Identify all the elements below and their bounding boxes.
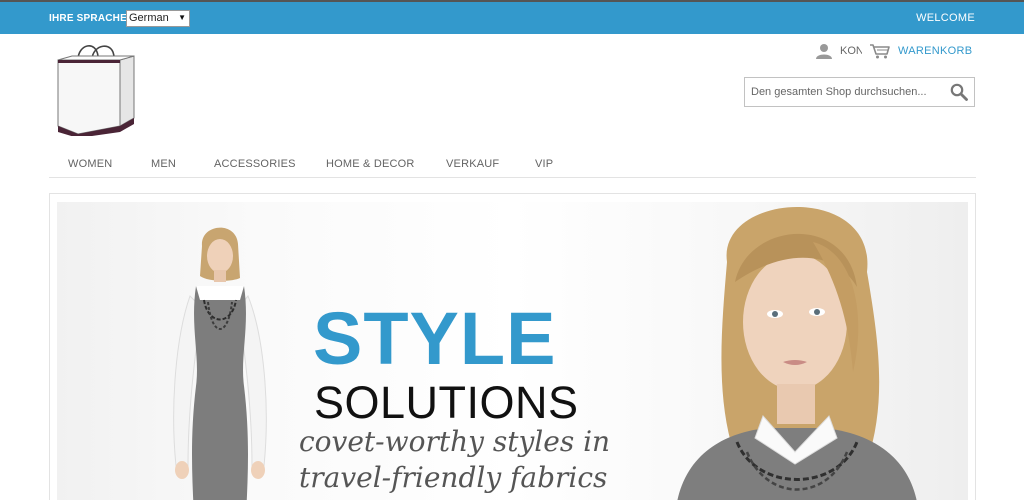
- nav-item-home-decor[interactable]: HOME & DECOR: [326, 158, 415, 170]
- account-link[interactable]: KONTO: [840, 45, 862, 57]
- model-image-left: [132, 216, 307, 500]
- hero-tagline-line2: travel-friendly fabrics: [299, 461, 608, 494]
- search-box: [744, 77, 975, 107]
- user-icon[interactable]: [815, 43, 833, 59]
- nav-item-vip[interactable]: VIP: [535, 158, 553, 170]
- hero-headline: STYLE: [313, 297, 557, 380]
- top-bar: IHRE SPRACHE: German ▼ WELCOME: [0, 0, 1024, 34]
- hero-banner-frame: STYLE SOLUTIONS covet-worthy styles in t…: [49, 193, 976, 500]
- cart-link[interactable]: WARENKORB: [898, 45, 972, 57]
- nav-item-men[interactable]: MEN: [151, 158, 176, 170]
- language-label: IHRE SPRACHE:: [49, 13, 131, 24]
- search-icon[interactable]: [950, 83, 968, 101]
- nav-item-verkauf[interactable]: VERKAUF: [446, 158, 499, 170]
- hero-banner[interactable]: STYLE SOLUTIONS covet-worthy styles in t…: [57, 202, 968, 500]
- welcome-message: WELCOME: [916, 12, 975, 24]
- hero-tagline-line1: covet-worthy styles in: [299, 425, 611, 458]
- hero-subheadline: SOLUTIONS: [314, 377, 579, 428]
- shopping-bag-logo[interactable]: [56, 42, 138, 138]
- main-navigation: WOMEN MEN ACCESSORIES HOME & DECOR VERKA…: [49, 150, 976, 178]
- nav-item-accessories[interactable]: ACCESSORIES: [214, 158, 296, 170]
- model-image-right: [617, 202, 968, 500]
- search-input[interactable]: [745, 78, 945, 106]
- language-selected-value: German: [129, 12, 169, 24]
- nav-item-women[interactable]: WOMEN: [68, 158, 112, 170]
- language-select[interactable]: German ▼: [126, 10, 190, 27]
- cart-icon[interactable]: [869, 43, 891, 59]
- dropdown-arrow-icon: ▼: [178, 13, 186, 22]
